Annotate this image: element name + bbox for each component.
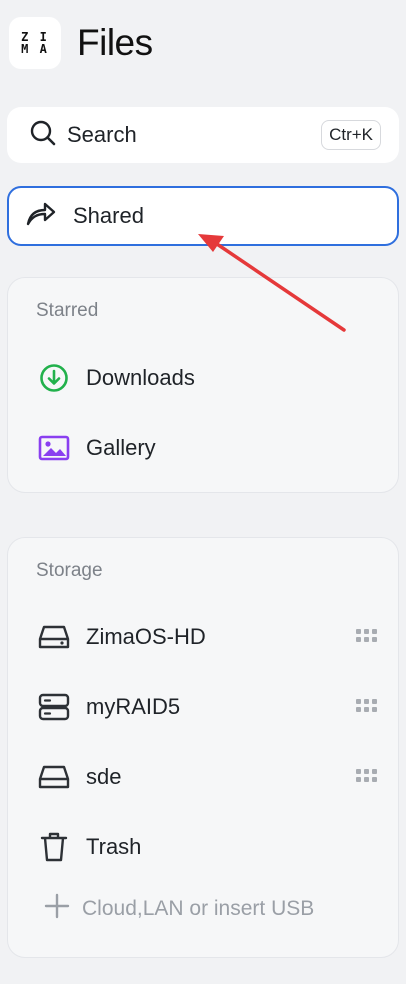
drag-handle-icon[interactable] <box>356 699 378 715</box>
storage-section: Storage ZimaOS-HD myRAID5 sde Trash Clou… <box>7 537 399 958</box>
sde-label: sde <box>86 764 122 789</box>
download-circle-icon <box>36 360 72 396</box>
plus-icon <box>44 893 70 924</box>
search-icon <box>29 119 57 152</box>
zima-logo: Z I M A <box>9 17 61 69</box>
drag-handle-icon[interactable] <box>356 769 378 785</box>
shared-nav-item[interactable]: Shared <box>7 186 399 246</box>
myraid5-label: myRAID5 <box>86 694 181 719</box>
trash-icon <box>36 829 72 865</box>
drag-handle-icon[interactable] <box>356 629 378 645</box>
starred-item-downloads[interactable]: Downloads <box>36 358 376 398</box>
add-storage-label: Cloud,LAN or insert USB <box>82 896 315 920</box>
starred-item-gallery[interactable]: Gallery <box>36 428 376 468</box>
shared-label: Shared <box>73 203 144 228</box>
downloads-label: Downloads <box>86 365 195 390</box>
files-app: Z I M A Files Search Ctr+K Shared Starre… <box>0 0 406 984</box>
hard-drive-icon <box>36 619 72 655</box>
gallery-label: Gallery <box>86 435 156 460</box>
starred-title: Starred <box>36 300 99 321</box>
page-title: Files <box>77 22 153 63</box>
storage-item-sde[interactable]: sde <box>36 757 378 797</box>
image-icon <box>36 430 72 466</box>
trash-label: Trash <box>86 834 142 859</box>
search-label: Search <box>67 122 137 147</box>
search-shortcut-badge: Ctr+K <box>321 120 381 150</box>
storage-item-trash[interactable]: Trash <box>36 827 376 867</box>
raid-server-icon <box>36 689 72 725</box>
share-arrow-icon <box>25 200 57 233</box>
app-header: Z I M A Files <box>9 16 153 70</box>
add-storage-button[interactable]: Cloud,LAN or insert USB <box>44 893 314 924</box>
storage-title: Storage <box>36 560 103 581</box>
starred-section: Starred Downloads Gallery <box>7 277 399 493</box>
zimaos-hd-label: ZimaOS-HD <box>86 624 206 649</box>
storage-item-myraid5[interactable]: myRAID5 <box>36 687 378 727</box>
storage-item-zimaos-hd[interactable]: ZimaOS-HD <box>36 617 378 657</box>
logo-line2: M A <box>21 42 49 56</box>
disk-icon <box>36 759 72 795</box>
search-button[interactable]: Search Ctr+K <box>7 107 399 163</box>
